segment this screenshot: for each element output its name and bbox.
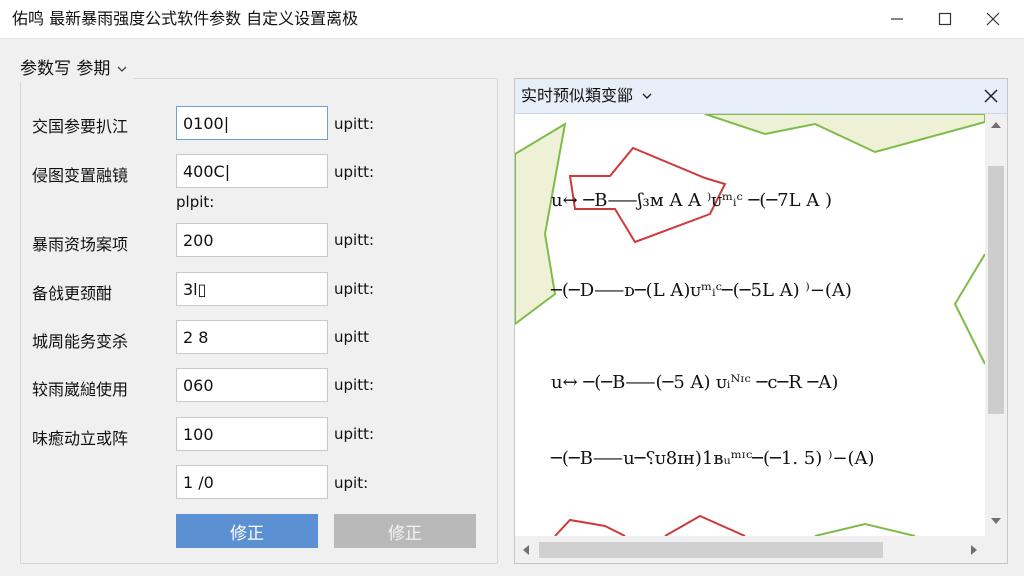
param-input[interactable] (176, 368, 328, 402)
horizontal-scrollbar[interactable] (515, 536, 985, 563)
scroll-up-icon[interactable] (990, 120, 1002, 130)
formula-line: ─(─B⸺u─⸮ᴜ8ɪʜ)1ʙᵤᵐᶦᶜ─(─1. 5) ⁾−(A) (551, 448, 875, 469)
vertical-scrollbar[interactable] (985, 114, 1007, 536)
preview-panel: 实时预似類变䣎 u↔ ─B⸺ʃ₃ᴍ A A ⁾ᴜᵐᵢᶜ ─(─7L A ) ─(… (514, 78, 1008, 564)
title-bar: 佑鸣 最新暴雨强度公式软件参数 自定义设置离极 (0, 0, 1024, 39)
maximize-button[interactable] (922, 0, 968, 38)
param-unit: upitt: (334, 231, 375, 249)
scroll-down-icon[interactable] (990, 516, 1002, 526)
terrain-shape (704, 114, 985, 154)
terrain-line (814, 522, 916, 536)
region-line (664, 514, 746, 536)
preview-diagram (515, 114, 985, 536)
param-label: 交国参要扒江 (32, 117, 129, 136)
close-icon[interactable] (983, 88, 999, 104)
close-icon (986, 12, 1000, 26)
formula-line: u↔ ─(─B⸺(─5 A) ᴜᵢᴺᶦᶜ ─c─R ─A) (551, 372, 839, 393)
preview-canvas: u↔ ─B⸺ʃ₃ᴍ A A ⁾ᴜᵐᵢᶜ ─(─7L A ) ─(─D⸺ᴅ─(L … (515, 114, 985, 536)
param-input[interactable] (176, 272, 328, 306)
preview-title: 实时预似類变䣎 (521, 86, 634, 105)
param-unit: upit: (334, 474, 369, 492)
maximize-icon (938, 12, 952, 26)
preview-header: 实时预似類变䣎 (515, 79, 1007, 114)
param-unit: upitt: (334, 280, 375, 298)
param-input[interactable] (176, 465, 328, 499)
preview-title-dropdown[interactable]: 实时预似類变䣎 (521, 79, 653, 113)
param-unit: upitt: (334, 376, 375, 394)
window-title: 佑鸣 最新暴雨强度公式软件参数 自定义设置离极 (12, 9, 359, 28)
param-sub-unit: plpit: (176, 193, 215, 211)
scroll-left-icon[interactable] (521, 544, 531, 556)
minimize-button[interactable] (874, 0, 920, 38)
formula-line: ─(─D⸺ᴅ─(L A)ᴜᵐᵢᶜ─(─5L A) ⁾−(A) (551, 280, 852, 301)
param-label: 较雨崴縋使用 (32, 380, 129, 399)
close-button[interactable] (970, 0, 1016, 38)
param-label: 侵图变置融镜 (32, 166, 129, 185)
param-unit: upitt: (334, 115, 375, 133)
param-input[interactable] (176, 320, 328, 354)
minimize-icon (891, 18, 903, 20)
param-input[interactable] (176, 417, 328, 451)
chevron-down-icon (642, 93, 652, 99)
param-input[interactable] (176, 154, 328, 188)
param-label: 暴雨资场案项 (32, 235, 129, 254)
param-input[interactable] (176, 106, 328, 140)
scroll-thumb[interactable] (539, 542, 883, 558)
param-label: 味癒动立或阵 (32, 429, 129, 448)
params-group-dropdown[interactable]: 参数写 参期 (20, 56, 135, 82)
param-unit: upitt: (334, 163, 375, 181)
param-unit: upitt (334, 328, 369, 346)
scroll-thumb[interactable] (988, 166, 1004, 414)
param-label: 备戗更颈酣 (32, 284, 113, 303)
param-label: 城周能务变杀 (32, 332, 129, 351)
params-group-title: 参数写 参期 (20, 59, 111, 79)
terrain-line (953, 253, 985, 365)
scroll-corner (985, 536, 1007, 563)
apply-button-disabled[interactable]: 修正 (334, 514, 476, 548)
param-unit: upitt: (334, 425, 375, 443)
region-line (554, 518, 626, 536)
chevron-down-icon (117, 66, 127, 72)
param-input[interactable] (176, 223, 328, 257)
apply-button[interactable]: 修正 (176, 514, 318, 548)
formula-line: u↔ ─B⸺ʃ₃ᴍ A A ⁾ᴜᵐᵢᶜ ─(─7L A ) (551, 190, 833, 211)
scroll-right-icon[interactable] (969, 544, 979, 556)
